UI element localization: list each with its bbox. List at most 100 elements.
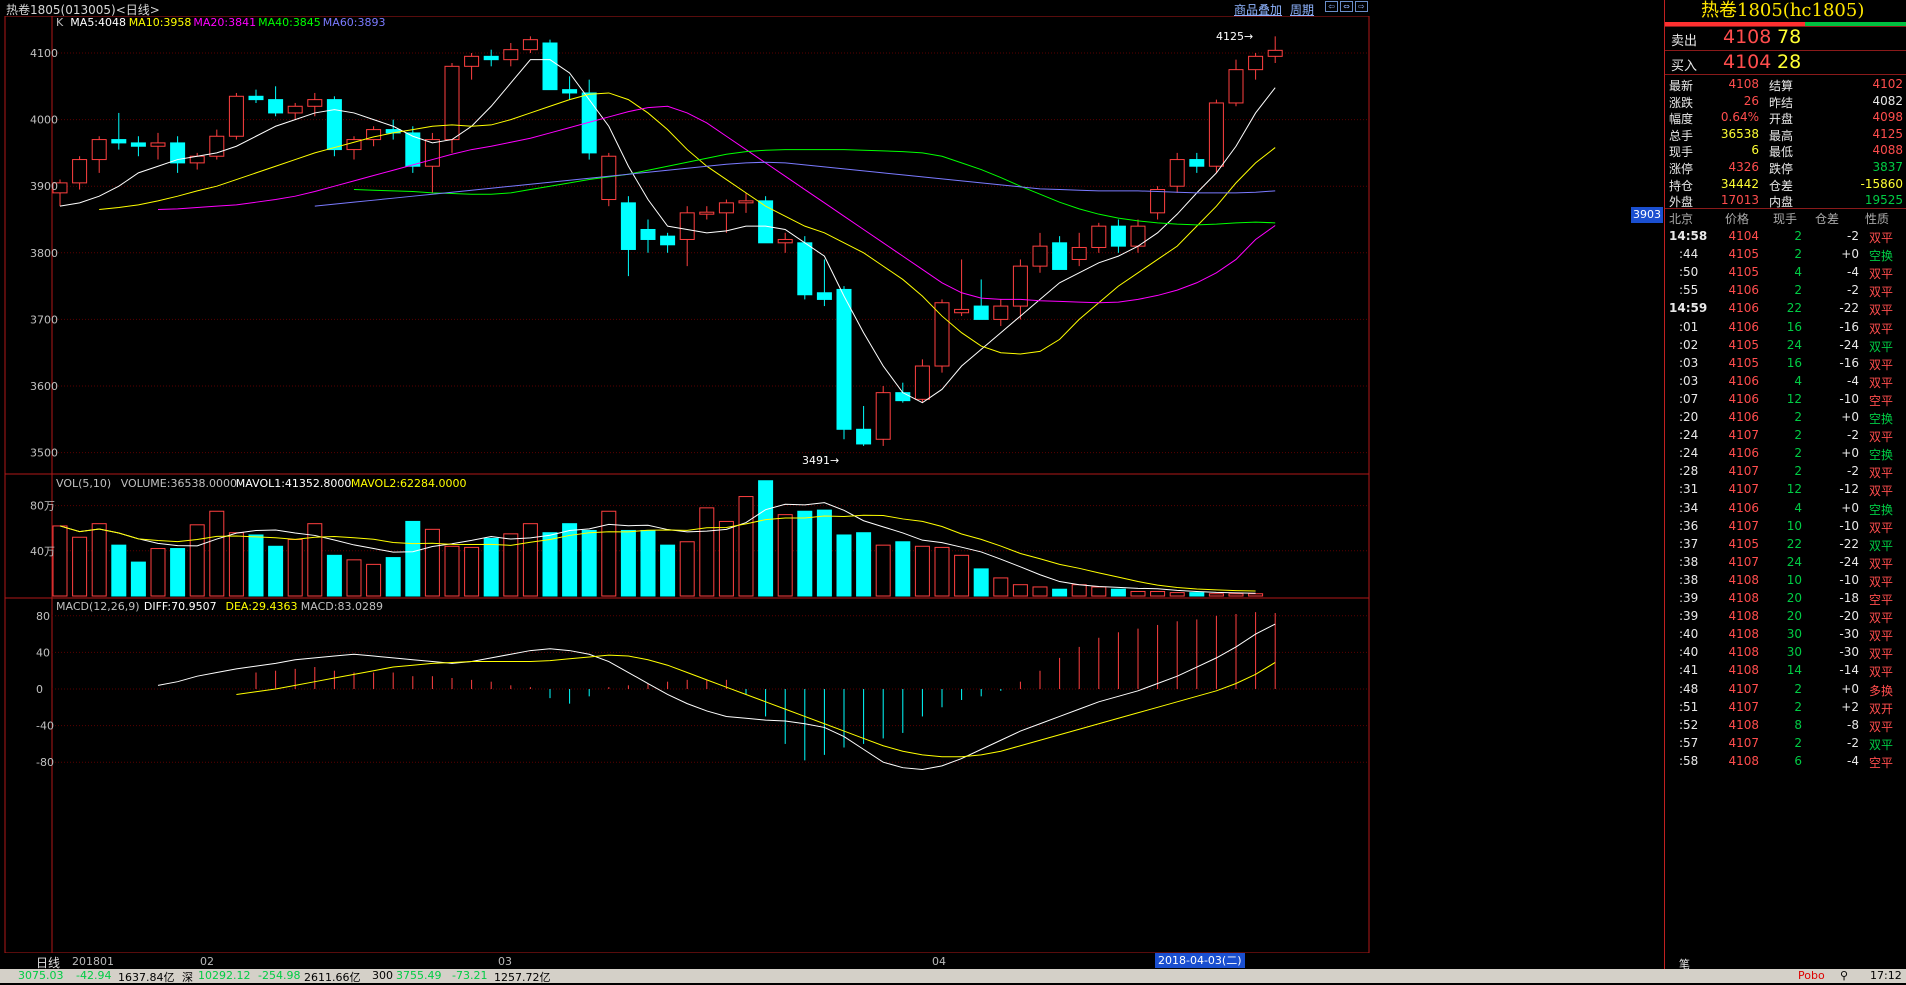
price-legend-0: K <box>56 16 64 29</box>
price-legend-2: MA10:3958 <box>129 16 192 29</box>
price-tick-4: 3700 <box>30 313 58 326</box>
trade-qty: 2 <box>1794 446 1802 461</box>
candle-48 <box>993 305 1009 320</box>
candle-47 <box>973 305 989 320</box>
vol-bar-42 <box>875 544 891 597</box>
candle-54 <box>1110 225 1126 247</box>
trade-qty: 10 <box>1786 518 1802 533</box>
trade-price: 4107 <box>1728 464 1759 479</box>
candle-29 <box>620 202 636 250</box>
trade-time: :03 <box>1679 355 1699 370</box>
trade-qty: 16 <box>1786 355 1802 370</box>
trade-price: 4106 <box>1728 373 1759 388</box>
trade-oi-change: -4 <box>1847 265 1859 280</box>
trade-price: 4105 <box>1728 355 1759 370</box>
trade-price: 4106 <box>1728 500 1759 515</box>
trade-time: :55 <box>1679 283 1699 298</box>
x-label-1: 02 <box>200 955 214 968</box>
trade-price: 4106 <box>1728 319 1759 334</box>
trade-time: :52 <box>1679 717 1699 732</box>
macd-legend-3: MACD:83.0289 <box>301 600 383 613</box>
window-close-icon[interactable]: ⇨ <box>1355 1 1368 12</box>
vol-tick-0: 80万 <box>30 500 55 513</box>
candle-37 <box>777 238 793 244</box>
candle-26 <box>562 89 578 94</box>
window-restore-icon[interactable]: ⇦ <box>1325 1 1338 12</box>
trade-oi-change: -4 <box>1847 373 1859 388</box>
price-tick-6: 3500 <box>30 447 58 460</box>
trade-time: :36 <box>1679 518 1699 533</box>
vol-bar-54 <box>1110 588 1126 597</box>
trade-time: :40 <box>1679 645 1699 660</box>
vol-bar-56 <box>1150 590 1166 597</box>
vol-bar-22 <box>483 537 499 597</box>
trade-qty: 2 <box>1794 699 1802 714</box>
trade-time: :38 <box>1679 572 1699 587</box>
trade-price: 4108 <box>1728 591 1759 605</box>
macd-legend-1: DIFF:70.9507 <box>144 600 217 613</box>
candle-24 <box>522 39 538 51</box>
candlestick-series <box>52 36 1283 446</box>
price-tick-1: 4000 <box>30 114 58 127</box>
trade-oi-change: -2 <box>1847 735 1859 750</box>
trade-time: 14:58 <box>1669 229 1708 243</box>
vol-bar-19 <box>424 528 440 597</box>
trade-oi-change: -20 <box>1839 609 1859 624</box>
vol-bar-24 <box>522 523 538 597</box>
trade-oi-change: -12 <box>1839 482 1859 497</box>
candle-58 <box>1189 159 1205 167</box>
trade-price: 4105 <box>1728 337 1759 352</box>
trade-row: :58 4108 6 -4 空平 <box>1665 751 1906 773</box>
trade-price: 4107 <box>1728 681 1759 696</box>
quote-row-7: 外盘 17013 内盘 19525 <box>1665 191 1906 209</box>
price-tick-0: 4100 <box>30 47 58 60</box>
quote-value-2: 19525 <box>1864 193 1903 208</box>
trade-oi-change: -30 <box>1839 645 1859 660</box>
vol-bar-15 <box>346 559 362 597</box>
vol-bar-29 <box>620 529 636 597</box>
macd_dea-line <box>236 654 1276 758</box>
candle-14 <box>326 99 342 151</box>
trade-oi-change: -22 <box>1839 536 1859 551</box>
index3-value: 3755.49 <box>396 969 442 982</box>
vol-bar-51 <box>1052 588 1068 597</box>
quote-value-2: 4082 <box>1872 93 1903 108</box>
candle-61 <box>1248 55 1264 71</box>
candle-46 <box>954 308 970 314</box>
candle-39 <box>816 292 832 300</box>
candle-43 <box>895 392 911 402</box>
candle-36 <box>758 200 774 244</box>
selected-date[interactable]: 2018-04-03(二) <box>1155 953 1245 968</box>
vol-bar-43 <box>895 541 911 597</box>
vol-bar-23 <box>503 533 519 597</box>
trade-price: 4107 <box>1728 699 1759 714</box>
sell-price: 4108 <box>1723 26 1772 48</box>
vol-bar-39 <box>816 509 832 597</box>
vol-bar-4 <box>130 561 146 597</box>
trade-qty: 2 <box>1794 283 1802 298</box>
vol-bar-41 <box>856 532 872 597</box>
vol-bar-40 <box>836 534 852 597</box>
vol-bar-6 <box>170 548 186 597</box>
kline-chart[interactable]: 4100 4000 3900 3800 3700 3600 3500 K MA5:4048 MA1… <box>0 16 1370 953</box>
trade-price: 4108 <box>1728 663 1759 678</box>
trade-time: :01 <box>1679 319 1699 334</box>
trade-oi-change: -10 <box>1839 391 1859 406</box>
candle-3 <box>111 139 127 144</box>
trade-qty: 30 <box>1786 627 1802 642</box>
trade-oi-change: +0 <box>1841 446 1859 461</box>
x-label-0: 201801 <box>72 955 114 968</box>
trade-time: :24 <box>1679 428 1699 443</box>
price-legend-4: MA40:3845 <box>258 16 321 29</box>
trade-time: :31 <box>1679 482 1699 497</box>
window-maximize-icon[interactable]: ⇔ <box>1340 1 1353 12</box>
vol-legend-0: VOL(5,10) <box>56 477 111 490</box>
price-legend-1: MA5:4048 <box>70 16 126 29</box>
candle-11 <box>268 99 284 114</box>
trade-price: 4107 <box>1728 428 1759 443</box>
vol-bar-31 <box>660 544 676 597</box>
trade-qty: 14 <box>1786 663 1802 678</box>
candle-52 <box>1071 246 1087 260</box>
quote-row-0: 最新 4108 结算 4102 <box>1665 75 1906 93</box>
index3-label: 300 <box>372 969 393 982</box>
